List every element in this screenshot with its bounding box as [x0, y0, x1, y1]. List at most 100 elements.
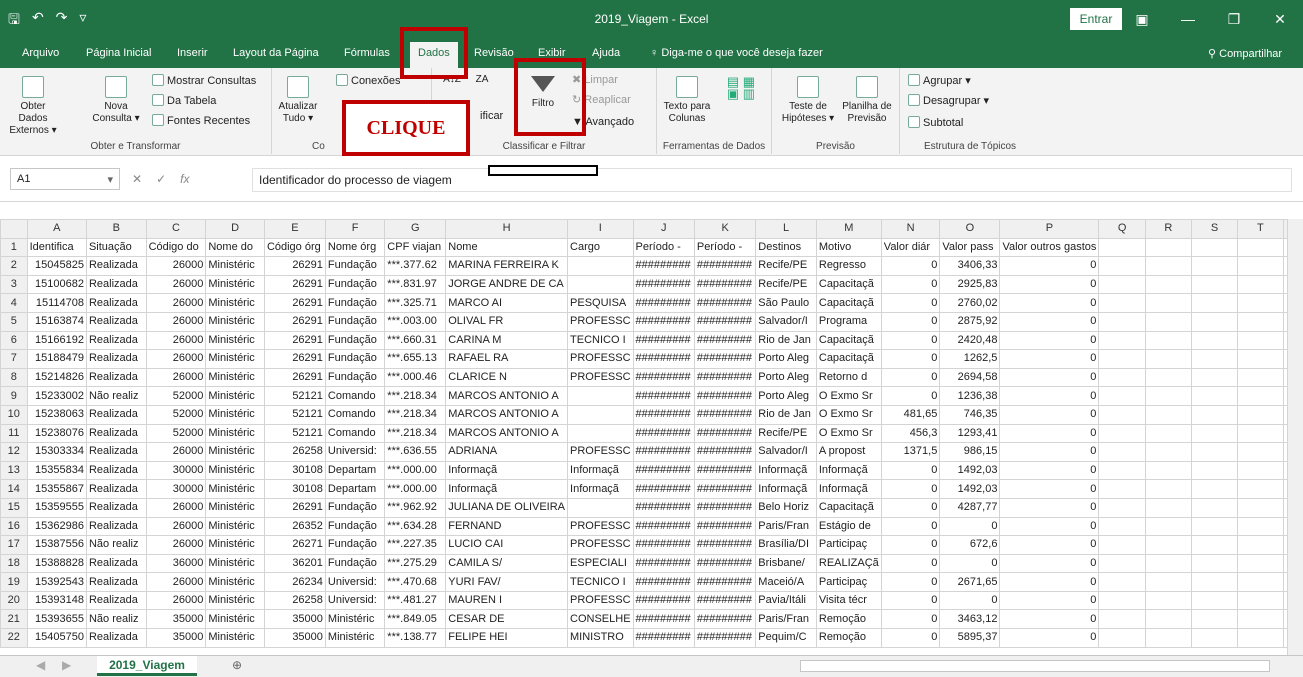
column-header[interactable]: M — [815, 219, 882, 239]
cell[interactable]: TECNICO I — [567, 572, 634, 592]
show-queries-button[interactable]: Mostrar Consultas — [152, 74, 256, 87]
cell[interactable] — [1144, 386, 1192, 406]
forecast-sheet-button[interactable]: Planilha de Previsão — [838, 76, 896, 125]
cell[interactable]: Capacitaçã — [815, 349, 882, 369]
cell[interactable] — [1236, 404, 1284, 425]
cell[interactable]: ADRIANA — [445, 442, 569, 462]
column-header[interactable]: H — [445, 219, 569, 239]
cell[interactable]: ######### — [632, 349, 695, 369]
row-header[interactable]: 22 — [0, 628, 28, 648]
cell[interactable]: ***.962.92 — [384, 497, 447, 518]
cell[interactable]: Fundação — [324, 553, 386, 574]
column-header[interactable]: T — [1236, 219, 1284, 239]
row-header[interactable]: 15 — [0, 497, 28, 518]
cell[interactable] — [1190, 256, 1238, 276]
cell[interactable]: Valor outros gastos — [999, 237, 1100, 258]
cell[interactable]: ######### — [693, 628, 757, 648]
column-header[interactable]: A — [26, 219, 87, 239]
cell[interactable]: Fundação — [324, 516, 386, 537]
cell[interactable] — [1098, 367, 1146, 388]
cell[interactable]: Comando — [324, 423, 386, 444]
cell[interactable]: Capacitaçã — [815, 330, 882, 351]
sheet-next-icon[interactable]: ▶ — [62, 658, 71, 672]
cell[interactable]: Pavia/Itáli — [755, 590, 817, 611]
cell[interactable]: O Exmo Sr — [815, 404, 882, 425]
cell[interactable]: ######### — [632, 330, 695, 351]
cell[interactable] — [1144, 311, 1192, 332]
cell[interactable]: ######### — [693, 442, 757, 462]
cell[interactable]: 1262,5 — [939, 349, 1001, 369]
cell[interactable] — [1098, 572, 1146, 592]
cell[interactable]: 26352 — [263, 516, 326, 537]
from-table-button[interactable]: Da Tabela — [152, 94, 216, 107]
cell[interactable] — [1236, 349, 1284, 369]
column-header[interactable]: I — [567, 219, 634, 239]
cell[interactable] — [1144, 256, 1192, 276]
cell[interactable]: Ministéric — [205, 349, 265, 369]
cell[interactable]: 26291 — [263, 349, 326, 369]
cell[interactable] — [567, 404, 634, 425]
cell[interactable]: 35000 — [263, 609, 326, 630]
cell[interactable]: Salvador/I — [755, 442, 817, 462]
column-header[interactable]: B — [85, 219, 147, 239]
sheet-prev-icon[interactable]: ◀ — [36, 658, 45, 672]
cell[interactable]: ######### — [632, 609, 695, 630]
cell[interactable]: São Paulo — [755, 293, 817, 313]
cell[interactable] — [1236, 237, 1284, 258]
cell[interactable]: MAUREN I — [445, 590, 569, 611]
cell[interactable]: ######### — [693, 386, 757, 406]
row-header[interactable]: 3 — [0, 274, 28, 295]
cell[interactable]: 15045825 — [26, 256, 87, 276]
cell[interactable]: 26291 — [263, 293, 326, 313]
cell[interactable]: 15355834 — [26, 460, 87, 481]
cell[interactable]: 0 — [999, 386, 1100, 406]
cell[interactable] — [1098, 442, 1146, 462]
data-tools-icons[interactable]: ▤ ▦ ▣ ▥ — [719, 75, 763, 100]
cell[interactable]: Departam — [324, 460, 386, 481]
cell[interactable]: ***.000.00 — [384, 479, 447, 499]
cell[interactable]: Ministéric — [205, 442, 265, 462]
cell[interactable]: Paris/Fran — [755, 609, 817, 630]
cell[interactable] — [1236, 516, 1284, 537]
cell[interactable]: Realizada — [85, 590, 147, 611]
cell[interactable] — [1236, 311, 1284, 332]
cell[interactable]: 1492,03 — [939, 479, 1001, 499]
cell[interactable] — [1098, 460, 1146, 481]
cell[interactable]: 0 — [880, 311, 941, 332]
cell[interactable]: 0 — [999, 442, 1100, 462]
cell[interactable]: 0 — [880, 330, 941, 351]
new-query-button[interactable]: Nova Consulta ▾ — [88, 76, 144, 125]
cell[interactable] — [1144, 590, 1192, 611]
cell[interactable]: Paris/Fran — [755, 516, 817, 537]
recent-sources-button[interactable]: Fontes Recentes — [152, 114, 250, 127]
subtotal-button[interactable]: Subtotal — [908, 116, 963, 129]
vertical-scrollbar[interactable] — [1287, 219, 1303, 655]
cell[interactable] — [1098, 553, 1146, 574]
cell[interactable]: 15388828 — [26, 553, 87, 574]
cell[interactable]: 15405750 — [26, 628, 87, 648]
cell[interactable] — [1144, 330, 1192, 351]
cell[interactable]: Não realiz — [85, 386, 147, 406]
cell[interactable] — [1098, 590, 1146, 611]
cell[interactable]: 15163874 — [26, 311, 87, 332]
cell[interactable]: Informaçã — [815, 460, 882, 481]
cell[interactable] — [1098, 404, 1146, 425]
cell[interactable] — [1098, 330, 1146, 351]
cell[interactable]: CAMILA S/ — [445, 553, 569, 574]
cell[interactable]: Ministéric — [205, 572, 265, 592]
cell[interactable] — [1190, 274, 1238, 295]
cell[interactable]: 52121 — [263, 423, 326, 444]
cell[interactable] — [1190, 330, 1238, 351]
cell[interactable] — [567, 423, 634, 444]
cell[interactable]: Brasília/DI — [755, 535, 817, 555]
cell[interactable]: Porto Aleg — [755, 386, 817, 406]
cell[interactable] — [1190, 553, 1238, 574]
cell[interactable]: ######### — [693, 256, 757, 276]
cell[interactable]: 0 — [880, 386, 941, 406]
cell[interactable] — [1190, 479, 1238, 499]
cell[interactable]: ######### — [632, 572, 695, 592]
tab-formulas[interactable]: Fórmulas — [344, 47, 390, 59]
cell[interactable]: Realizada — [85, 442, 147, 462]
cell[interactable]: 26000 — [145, 330, 207, 351]
cell[interactable]: TECNICO I — [567, 330, 634, 351]
